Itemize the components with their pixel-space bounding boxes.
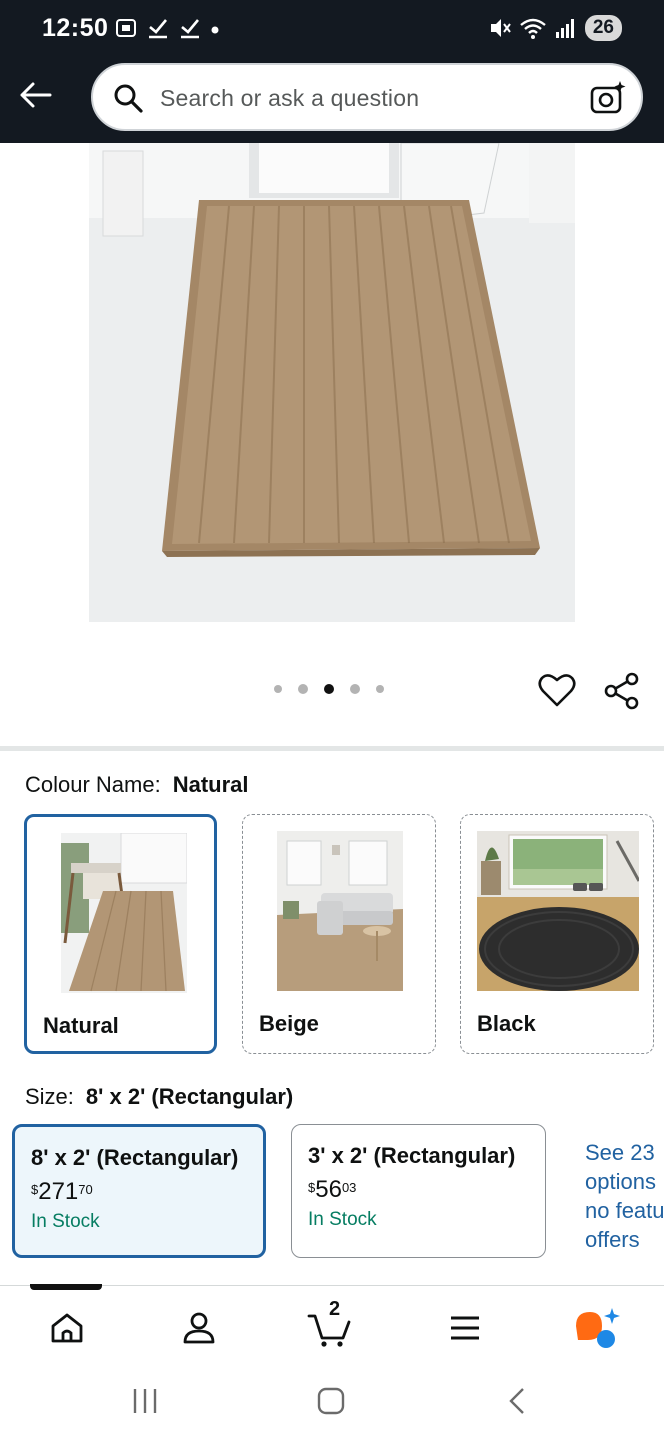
- colour-option-natural[interactable]: Natural: [24, 814, 217, 1054]
- size-label: Size: 8' x 2' (Rectangular): [25, 1084, 293, 1110]
- screenshot-icon: [116, 19, 136, 37]
- size-option-price: $5603: [308, 1177, 529, 1203]
- home-button-icon[interactable]: [316, 1386, 346, 1416]
- carousel-dot-active: [324, 684, 334, 694]
- colour-selected-value: Natural: [172, 772, 249, 797]
- mute-icon: [490, 19, 511, 37]
- signal-icon: [555, 19, 574, 38]
- size-option-title: 3' x 2' (Rectangular): [308, 1143, 516, 1168]
- system-icons: 26: [489, 15, 622, 41]
- back-button[interactable]: [14, 75, 58, 115]
- rug-photo: [89, 143, 575, 622]
- wishlist-heart-icon[interactable]: [538, 672, 576, 708]
- see-more-line: See 23: [585, 1140, 655, 1165]
- beige-thumbnail: [277, 831, 403, 991]
- nav-home[interactable]: [42, 1306, 92, 1350]
- section-divider: [0, 746, 664, 751]
- see-more-line: offers: [585, 1227, 640, 1252]
- colour-option-beige[interactable]: Beige: [242, 814, 436, 1054]
- nav-rufus[interactable]: [572, 1306, 622, 1350]
- arrow-left-icon: [20, 82, 52, 108]
- search-input[interactable]: Search or ask a question: [160, 85, 419, 112]
- camera-search-icon[interactable]: [589, 79, 627, 117]
- colour-option-label: Natural: [43, 1013, 119, 1038]
- price-currency: $: [308, 1180, 316, 1195]
- top-bar: 12:50 26 Search or ask a question: [0, 0, 664, 143]
- user-icon: [183, 1312, 215, 1344]
- colour-option-label: Beige: [259, 1011, 319, 1036]
- natural-thumbnail: [61, 833, 187, 993]
- size-selected-value: 8' x 2' (Rectangular): [85, 1084, 294, 1109]
- size-option-8x2[interactable]: 8' x 2' (Rectangular) $27170 In Stock: [12, 1124, 266, 1258]
- price-fraction: 70: [78, 1182, 93, 1197]
- search-icon: [114, 84, 143, 113]
- colour-name-label: Colour Name: Natural: [25, 772, 249, 798]
- carousel-dot: [298, 684, 308, 694]
- see-more-line: options: [585, 1169, 656, 1194]
- colour-label-text: Colour Name:: [25, 772, 161, 797]
- size-option-3x2[interactable]: 3' x 2' (Rectangular) $5603 In Stock: [291, 1124, 546, 1258]
- stock-status: In Stock: [308, 1209, 377, 1230]
- nav-menu[interactable]: [440, 1306, 490, 1350]
- size-option-price: $27170: [31, 1179, 247, 1205]
- see-more-line: no featu: [585, 1198, 664, 1223]
- nav-account[interactable]: [174, 1306, 224, 1350]
- price-whole: 271: [38, 1178, 79, 1205]
- battery-indicator: 26: [584, 15, 622, 41]
- carousel-dot: [376, 685, 384, 693]
- rufus-assistant-icon: [576, 1308, 620, 1348]
- size-option-title: 8' x 2' (Rectangular): [31, 1145, 239, 1170]
- home-icon: [51, 1313, 83, 1343]
- colour-option-label: Black: [477, 1011, 536, 1036]
- product-image[interactable]: [89, 143, 575, 622]
- see-more-options-link[interactable]: See 23 options no featu offers: [585, 1138, 664, 1254]
- size-label-text: Size:: [25, 1084, 74, 1109]
- cart-count: 2: [329, 1298, 341, 1320]
- nav-cart[interactable]: 2: [305, 1298, 355, 1350]
- colour-option-black[interactable]: Black: [460, 814, 654, 1054]
- price-fraction: 03: [341, 1180, 357, 1195]
- share-icon[interactable]: [603, 671, 641, 711]
- menu-icon: [451, 1316, 479, 1340]
- bottom-nav: 2: [0, 1284, 664, 1370]
- stock-status: In Stock: [31, 1211, 100, 1232]
- check-icon: [181, 19, 199, 39]
- price-whole: 56: [315, 1176, 342, 1203]
- carousel-indicator: [274, 684, 384, 694]
- system-nav-bar: [0, 1370, 664, 1440]
- notification-icons: [114, 16, 220, 40]
- carousel-dot: [274, 685, 282, 693]
- wifi-icon: [520, 18, 546, 39]
- carousel-dot: [350, 684, 360, 694]
- status-time: 12:50: [42, 14, 109, 42]
- status-bar: 12:50 26: [0, 0, 664, 60]
- black-thumbnail: [477, 831, 639, 991]
- price-currency: $: [31, 1182, 39, 1197]
- back-nav-icon[interactable]: [503, 1386, 533, 1416]
- recent-apps-icon[interactable]: [130, 1386, 160, 1416]
- search-bar[interactable]: Search or ask a question: [91, 63, 643, 131]
- active-tab-indicator: [30, 1284, 102, 1290]
- dot-icon: [211, 26, 219, 34]
- check-icon: [149, 19, 167, 39]
